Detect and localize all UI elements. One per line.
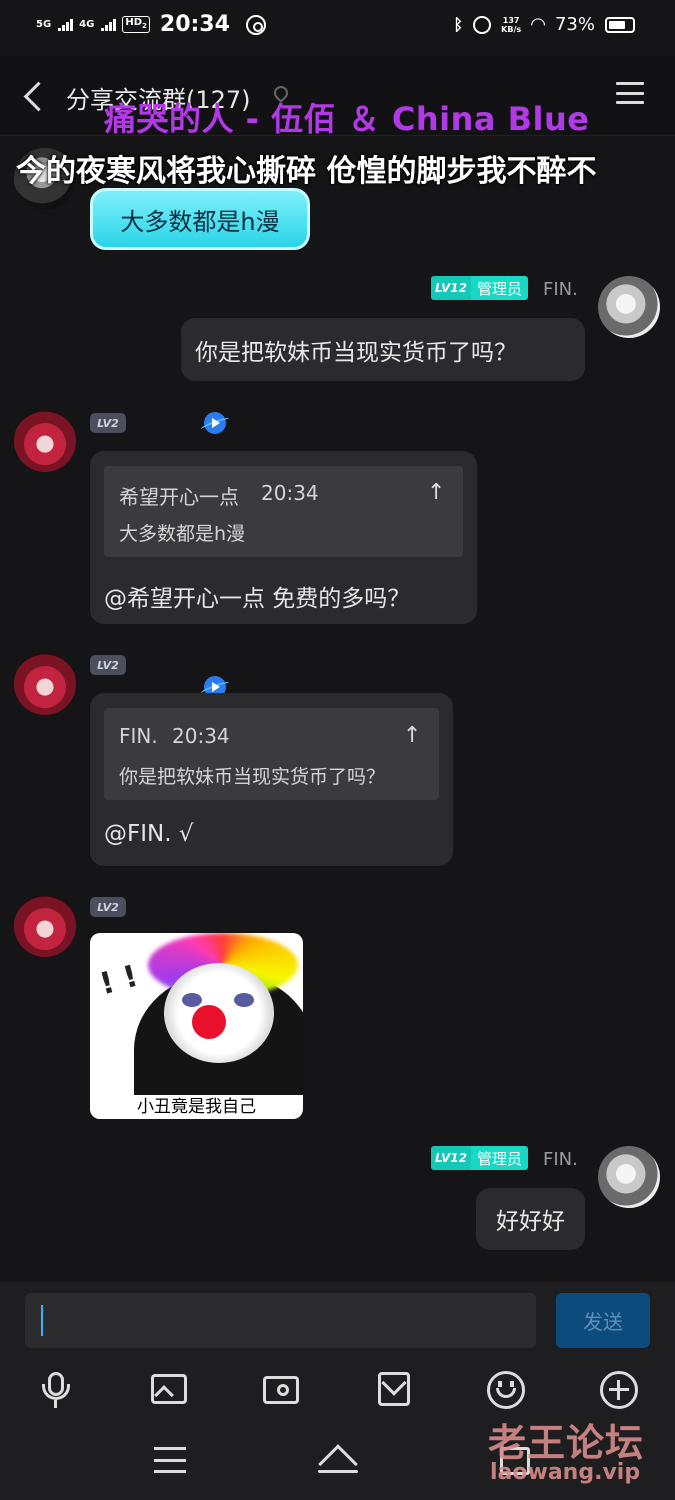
quote-author: FIN. — [119, 724, 158, 748]
admin-badge: LV12 管理员 — [431, 276, 528, 300]
quote-time: 20:34 — [261, 481, 319, 505]
quote-text: 你是把软妹币当现实货币了吗？ — [119, 766, 386, 788]
message-text: @FIN. √ — [104, 821, 194, 847]
netease-music-icon — [245, 14, 266, 35]
quote-text: 大多数都是h漫 — [119, 523, 246, 545]
level-badge: LV12 — [431, 1146, 471, 1170]
red-packet-icon[interactable] — [374, 1370, 414, 1410]
avatar[interactable] — [14, 410, 76, 472]
nav-menu-icon[interactable] — [154, 1447, 186, 1473]
image-icon[interactable] — [149, 1370, 189, 1410]
avatar[interactable] — [598, 1146, 660, 1208]
nav-home-icon[interactable] — [316, 1444, 360, 1484]
text-caret — [41, 1305, 43, 1336]
menu-icon[interactable] — [616, 82, 644, 104]
quote-time: 20:34 — [172, 724, 230, 748]
hd-badge: HD2 — [122, 16, 150, 33]
role-badge: 管理员 — [470, 1146, 528, 1170]
avatar[interactable] — [14, 895, 76, 957]
message-bubble[interactable]: 大多数都是h漫 — [90, 188, 310, 250]
plus-icon[interactable] — [599, 1370, 639, 1410]
jump-to-top-icon[interactable]: ↑ — [403, 723, 421, 748]
avatar[interactable] — [14, 653, 76, 715]
level-badge: LV2 — [90, 655, 126, 675]
quote-author: 希望开心一点 — [119, 485, 239, 509]
bluetooth-icon: ᛒ — [453, 15, 464, 34]
microphone-icon[interactable] — [36, 1370, 76, 1410]
admin-badge: LV12 管理员 — [431, 1146, 528, 1170]
message-bubble[interactable]: 你是把软妹币当现实货币了吗？ — [181, 318, 585, 381]
message-text: 好好好 — [496, 1209, 565, 1235]
watermark-url: laowang.vip — [490, 1460, 641, 1485]
level-badge: LV2 — [90, 413, 126, 433]
net-speed: 137 KB/s — [501, 15, 522, 34]
watermark-text: 老王论坛 — [488, 1421, 645, 1465]
level-badge: LV2 — [90, 897, 126, 917]
lyric-line: 今的夜寒风将我心撕碎 伧惶的脚步我不醉不 — [16, 154, 597, 189]
emoji-icon[interactable] — [486, 1370, 526, 1410]
status-time: 20:34 — [159, 12, 230, 37]
lyric-song-title: 痛哭的人 - 伍佰 ＆ China Blue — [104, 100, 590, 138]
vip-play-icon — [204, 412, 226, 434]
sender-name: FIN. — [543, 1149, 578, 1170]
back-chevron-icon[interactable] — [22, 80, 46, 112]
avatar[interactable] — [598, 276, 660, 338]
sim1-label: 5G — [36, 18, 52, 30]
message-text: @希望开心一点 免费的多吗？ — [104, 586, 411, 612]
jump-to-top-icon[interactable]: ↑ — [427, 480, 445, 505]
sticker-image[interactable]: ! ! 小丑竟是我自己 — [90, 933, 303, 1119]
sim2-label: 4G — [79, 18, 95, 30]
sticker-caption: 小丑竟是我自己 — [90, 1095, 303, 1119]
role-badge: 管理员 — [470, 276, 528, 300]
signal-icon — [58, 18, 74, 31]
signal-icon-2 — [101, 18, 117, 31]
send-button[interactable]: 发送 — [556, 1293, 650, 1348]
message-bubble[interactable]: 好好好 — [476, 1188, 585, 1250]
message-input[interactable] — [25, 1293, 536, 1348]
status-bar: 5G 4G HD2 20:34 ᛒ 137 KB/s ◠ 73% — [0, 0, 675, 56]
wifi-icon: ◠ — [531, 14, 545, 35]
alarm-icon — [473, 15, 492, 34]
message-text: 你是把软妹币当现实货币了吗？ — [195, 339, 517, 366]
camera-icon[interactable] — [261, 1370, 301, 1410]
level-badge: LV12 — [431, 276, 471, 300]
battery-icon — [605, 16, 635, 33]
status-left: 5G 4G HD2 20:34 — [36, 12, 266, 37]
status-right: ᛒ 137 KB/s ◠ 73% — [454, 14, 635, 35]
sender-name: FIN. — [543, 279, 578, 300]
battery-percent: 73% — [554, 14, 595, 35]
